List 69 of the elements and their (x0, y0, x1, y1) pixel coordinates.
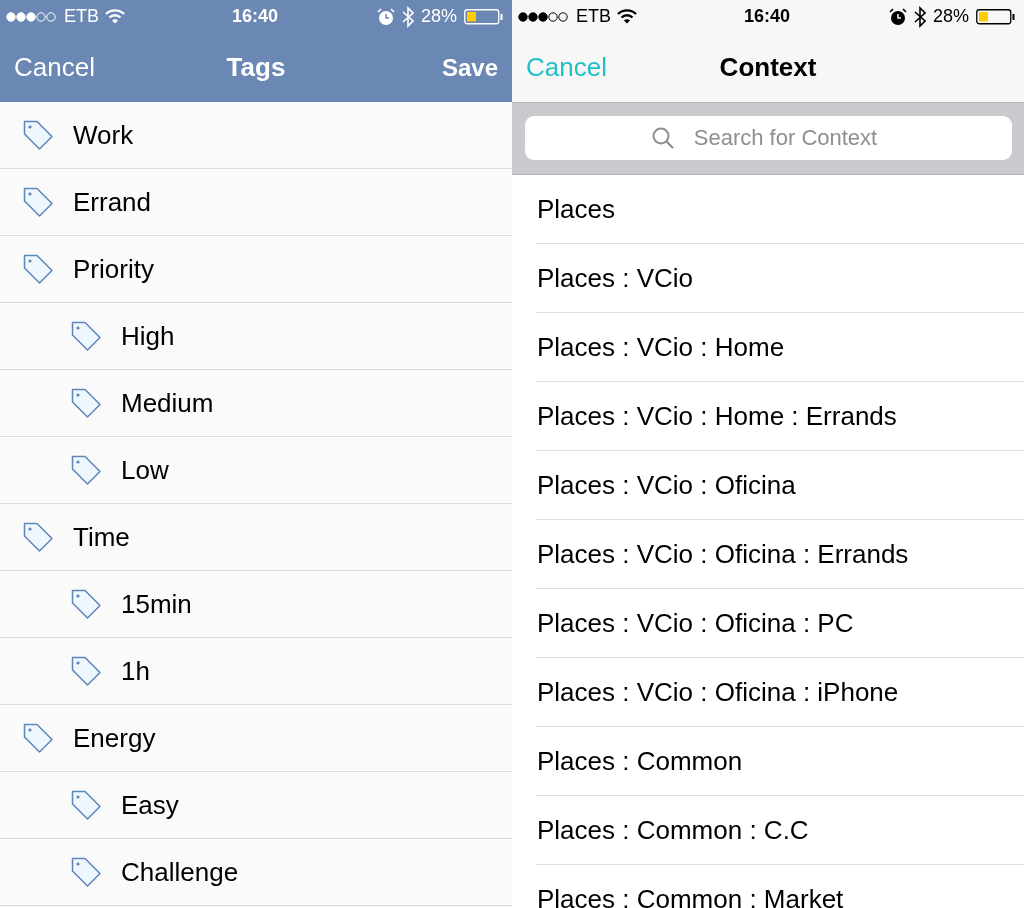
search-icon (650, 126, 675, 150)
tag-label: Low (121, 454, 169, 486)
context-item[interactable]: Places : VCio : Oficina (536, 451, 1024, 520)
tag-icon (22, 118, 55, 152)
tag-label: Challenge (121, 856, 239, 888)
context-item[interactable]: Places : Common : Market (536, 865, 1024, 908)
cancel-button[interactable]: Cancel (14, 52, 95, 83)
carrier-name: ETB (576, 6, 611, 27)
screen-title: Context (719, 52, 817, 83)
screen-title: Tags (226, 52, 286, 83)
tag-row[interactable]: High (0, 303, 512, 370)
wifi-icon (617, 9, 637, 24)
tag-icon (22, 520, 55, 554)
alarm-clock-icon (889, 7, 907, 26)
context-item[interactable]: Places : Common : C.C (536, 796, 1024, 865)
tag-row[interactable]: Medium (0, 370, 512, 437)
tag-row[interactable]: Time (0, 504, 512, 571)
tag-row[interactable]: Work (0, 102, 512, 169)
tag-row[interactable]: Low (0, 437, 512, 504)
alarm-clock-icon (377, 7, 395, 26)
tag-icon (70, 855, 103, 889)
tag-icon (22, 185, 55, 219)
tag-row[interactable]: Challenge (0, 839, 512, 906)
tag-label: 15min (121, 588, 192, 620)
battery-percent: 28% (933, 6, 969, 27)
clock-time: 16:40 (232, 6, 279, 27)
tag-icon (70, 386, 103, 420)
tag-label: Time (73, 521, 130, 553)
tag-label: Priority (73, 253, 154, 285)
tag-label: 1h (121, 655, 150, 687)
signal-icon (518, 9, 570, 24)
carrier-name: ETB (64, 6, 99, 27)
tag-icon (70, 654, 103, 688)
tag-icon (70, 587, 103, 621)
context-item[interactable]: Places : VCio : Oficina : Errands (536, 520, 1024, 589)
search-field[interactable]: Search for Context (525, 116, 1012, 160)
tag-row[interactable]: 1h (0, 638, 512, 705)
tag-row[interactable]: Energy (0, 705, 512, 772)
tag-label: Work (73, 119, 134, 151)
save-button[interactable]: Save (441, 53, 498, 82)
bluetooth-icon (402, 5, 414, 28)
tag-icon (70, 319, 103, 353)
tag-icon (70, 453, 103, 487)
signal-icon (6, 9, 58, 24)
wifi-icon (105, 9, 125, 24)
tag-row[interactable]: Errand (0, 169, 512, 236)
context-item[interactable]: Places : VCio : Home (536, 313, 1024, 382)
tag-label: High (121, 320, 175, 352)
tag-icon (22, 721, 55, 755)
context-item[interactable]: Places : VCio (536, 244, 1024, 313)
bluetooth-icon (914, 5, 926, 28)
tag-row[interactable]: 15min (0, 571, 512, 638)
context-item[interactable]: Places : Common (536, 727, 1024, 796)
tag-row[interactable]: Priority (0, 236, 512, 303)
tag-label: Easy (121, 789, 179, 821)
context-item[interactable]: Places : VCio : Home : Errands (536, 382, 1024, 451)
tag-icon (70, 788, 103, 822)
tag-label: Energy (73, 722, 156, 754)
tag-label: Medium (121, 387, 214, 419)
context-item[interactable]: Places : VCio : Oficina : iPhone (536, 658, 1024, 727)
tag-label: Errand (73, 186, 152, 218)
context-item[interactable]: Places : VCio : Oficina : PC (536, 589, 1024, 658)
battery-percent: 28% (421, 6, 457, 27)
tag-row[interactable]: Easy (0, 772, 512, 839)
battery-icon (976, 7, 1016, 26)
clock-time: 16:40 (744, 6, 791, 27)
tag-icon (22, 252, 55, 286)
battery-icon (464, 7, 504, 26)
context-item[interactable]: Places (536, 175, 1024, 244)
